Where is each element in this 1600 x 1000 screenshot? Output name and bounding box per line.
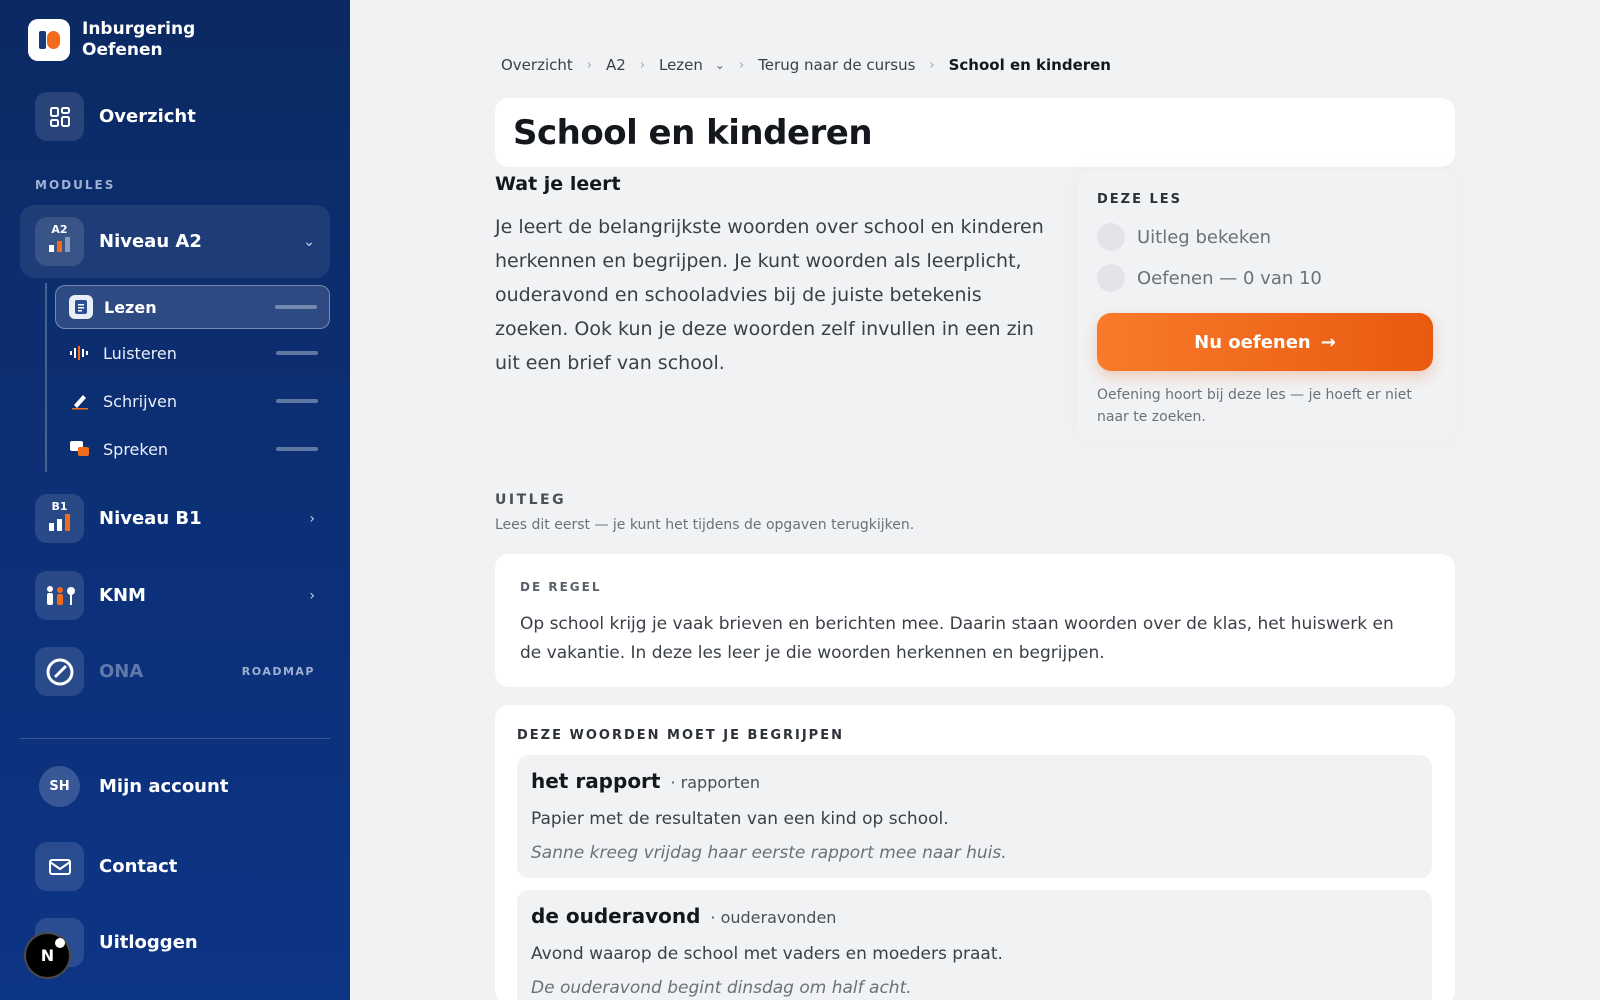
sidebar-item-niveau-a2[interactable]: A2 Niveau A2 ⌄: [35, 217, 315, 266]
dev-tools-badge[interactable]: N: [24, 932, 71, 979]
checkbox-circle-icon: [1097, 223, 1125, 251]
practice-now-button[interactable]: Nu oefenen →: [1097, 313, 1433, 371]
sidebar-sub-item-schrijven[interactable]: Schrijven: [55, 379, 330, 423]
sidebar-item-label: Mijn account: [99, 776, 229, 797]
sidebar-item-label: Niveau B1: [99, 508, 202, 529]
word-plural: · ouderavonden: [710, 908, 837, 927]
chevron-down-icon[interactable]: ⌄: [303, 234, 315, 250]
word-example: Sanne kreeg vrijdag haar eerste rapport …: [531, 843, 1007, 863]
roadmap-badge: ROADMAP: [241, 665, 315, 678]
sidebar: Inburgering Oefenen Overzicht MODULES A2…: [0, 0, 350, 1000]
sidebar-item-label: Overzicht: [99, 106, 196, 127]
chevron-right-icon: ›: [738, 57, 745, 73]
sidebar-item-overzicht[interactable]: Overzicht: [35, 92, 196, 141]
breadcrumb-item-a2[interactable]: A2: [606, 56, 626, 74]
level-bars-icon: A2: [35, 217, 84, 266]
lesson-panel: DEZE LES Uitleg bekeken Oefenen — 0 van …: [1077, 170, 1455, 440]
word-definition: Avond waarop de school met vaders en moe…: [531, 944, 1003, 964]
lesson-check-uitleg: Uitleg bekeken: [1097, 223, 1271, 251]
speech-bubble-icon: [68, 437, 92, 461]
vocabulary-card: DEZE WOORDEN MOET JE BEGRIJPEN het rappo…: [495, 705, 1455, 1000]
lesson-check-oefenen: Oefenen — 0 van 10: [1097, 264, 1322, 292]
learn-description: Je leert de belangrijkste woorden over s…: [495, 216, 1044, 374]
sub-item-label: Schrijven: [103, 391, 178, 411]
sidebar-sub-item-spreken[interactable]: Spreken: [55, 427, 330, 471]
sidebar-item-account[interactable]: SH Mijn account: [35, 766, 228, 807]
sidebar-sub-item-luisteren[interactable]: Luisteren: [55, 331, 330, 375]
chevron-right-icon: ›: [929, 57, 935, 73]
sidebar-item-label: Uitloggen: [99, 932, 198, 953]
page-title: School en kinderen: [513, 112, 873, 153]
brand-logo-icon: [28, 19, 70, 61]
rule-label: DE REGEL: [520, 580, 602, 594]
button-label: Nu oefenen: [1194, 331, 1311, 353]
brand[interactable]: Inburgering Oefenen: [28, 19, 195, 61]
chevron-right-icon: ›: [309, 510, 315, 527]
level-bars-icon: B1: [35, 494, 84, 543]
practice-note: Oefening hoort bij deze les — je hoeft e…: [1097, 387, 1412, 425]
word-term: de ouderavond: [531, 904, 701, 928]
gauge-icon: [35, 647, 84, 696]
sidebar-item-label: Niveau A2: [99, 231, 202, 252]
sub-item-label: Lezen: [104, 297, 157, 317]
rule-text: Op school krijg je vaak brieven en beric…: [520, 614, 1394, 663]
check-label: Oefenen — 0 van 10: [1137, 267, 1322, 289]
sub-item-label: Spreken: [103, 439, 169, 459]
word-example: De ouderavond begint dinsdag om half ach…: [531, 978, 912, 998]
chevron-right-icon: ›: [586, 57, 592, 73]
sidebar-sub-item-lezen[interactable]: Lezen: [55, 285, 330, 329]
avatar: SH: [39, 766, 80, 807]
progress-bar: [276, 399, 318, 403]
tree-line: [45, 283, 47, 472]
uitleg-section-label: UITLEG: [495, 492, 567, 508]
brand-name: Inburgering Oefenen: [82, 19, 196, 60]
chevron-down-icon[interactable]: ⌄: [715, 58, 725, 72]
vocabulary-item: de ouderavond · ouderavonden Avond waaro…: [517, 890, 1432, 1000]
grid-icon: [35, 92, 84, 141]
sidebar-item-contact[interactable]: Contact: [35, 842, 177, 891]
breadcrumb-item-lezen[interactable]: Lezen: [659, 56, 703, 74]
page-title-card: School en kinderen: [495, 98, 1455, 167]
progress-bar: [276, 447, 318, 451]
word-definition: Papier met de resultaten van een kind op…: [531, 809, 949, 829]
lesson-panel-label: DEZE LES: [1097, 192, 1183, 207]
vocabulary-label: DEZE WOORDEN MOET JE BEGRIJPEN: [517, 728, 844, 743]
sidebar-item-label: ONA: [99, 661, 144, 682]
vocabulary-item: het rapport · rapporten Papier met de re…: [517, 755, 1432, 878]
word-plural: · rapporten: [670, 773, 760, 792]
sidebar-item-label: KNM: [99, 585, 146, 606]
sub-item-label: Luisteren: [103, 343, 177, 363]
learn-heading: Wat je leert: [495, 173, 621, 195]
chevron-right-icon: ›: [309, 587, 315, 604]
people-icon: [35, 571, 84, 620]
progress-bar: [275, 305, 317, 309]
arrow-right-icon: →: [1320, 331, 1336, 353]
checkbox-circle-icon: [1097, 264, 1125, 292]
word-term: het rapport: [531, 769, 661, 793]
mail-icon: [35, 842, 84, 891]
chevron-right-icon: ›: [639, 57, 645, 73]
sidebar-item-label: Contact: [99, 856, 178, 877]
breadcrumb-item-terug[interactable]: Terug naar de cursus: [758, 56, 915, 74]
document-icon: [69, 295, 93, 319]
audio-wave-icon: [68, 341, 92, 365]
sidebar-item-knm[interactable]: KNM ›: [35, 571, 315, 620]
rule-card: DE REGEL Op school krijg je vaak brieven…: [495, 554, 1455, 687]
breadcrumb-item-overzicht[interactable]: Overzicht: [501, 56, 573, 74]
uitleg-subtitle: Lees dit eerst — je kunt het tijdens de …: [495, 517, 915, 533]
sidebar-item-niveau-b1[interactable]: B1 Niveau B1 ›: [35, 494, 315, 543]
modules-section-label: MODULES: [35, 178, 116, 192]
check-label: Uitleg bekeken: [1137, 226, 1272, 248]
sidebar-item-ona: ONA ROADMAP: [35, 647, 315, 696]
breadcrumb: Overzicht › A2 › Lezen ⌄ › Terug naar de…: [501, 56, 1111, 74]
progress-bar: [276, 351, 318, 355]
breadcrumb-current: School en kinderen: [948, 56, 1111, 74]
pencil-icon: [68, 389, 92, 413]
sidebar-divider: [20, 738, 330, 739]
